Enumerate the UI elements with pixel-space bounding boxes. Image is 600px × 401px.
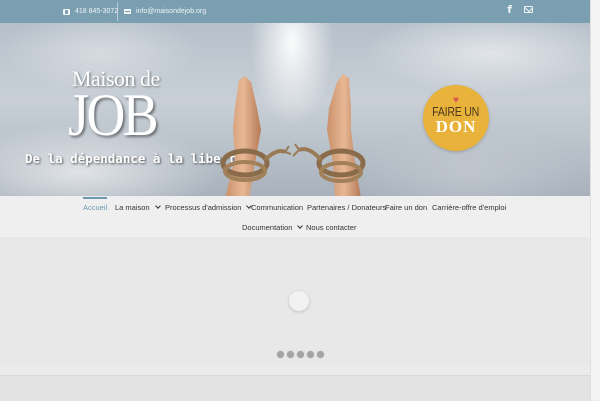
nav-item-nous-contacter[interactable]: Nous contacter	[306, 219, 356, 235]
phone-contact[interactable]: 418 845-3072	[63, 0, 118, 23]
nav-item-faire-un-don[interactable]: Faire un don	[385, 199, 427, 215]
logo-text-job[interactable]: JOB	[68, 83, 159, 147]
page-footer-strip	[0, 375, 590, 401]
phone-icon	[63, 8, 70, 15]
hero-banner: Maison de JOB De la dépendance à la libe…	[0, 23, 590, 196]
nav-item-documentation[interactable]: Documentation	[242, 219, 304, 235]
slider-dot[interactable]	[277, 351, 284, 358]
slider-dot[interactable]	[297, 351, 304, 358]
nav-item-carriere[interactable]: Carrière-offre d'emploi	[432, 199, 506, 215]
nav-item-label: Documentation	[242, 222, 293, 232]
nav-item-processus-admission[interactable]: Processus d'admission	[165, 199, 253, 215]
slider-dot[interactable]	[317, 351, 324, 358]
nav-item-label: Faire un don	[385, 202, 428, 212]
nav-item-label: Processus d'admission	[165, 202, 242, 212]
heart-icon: ♥	[453, 95, 459, 106]
bound-hands-image	[220, 74, 366, 196]
chevron-down-icon	[154, 203, 161, 209]
nav-item-label: La maison	[115, 202, 150, 212]
top-info-bar: 418 845-3072 info@maisondejob.org f	[0, 0, 590, 23]
donate-badge-line2: DON	[435, 117, 477, 136]
topbar-divider	[117, 2, 118, 21]
phone-number[interactable]: 418 845-3072	[75, 8, 118, 15]
nav-item-label: Nous contacter	[306, 222, 357, 232]
main-navigation: Accueil La maison Processus d'admission …	[0, 196, 590, 237]
nav-item-label: Accueil	[83, 202, 108, 212]
nav-item-accueil[interactable]: Accueil	[83, 197, 108, 215]
nav-item-label: Communication	[251, 202, 304, 212]
nav-item-partenaires-donateurs[interactable]: Partenaires / Donateurs	[307, 199, 386, 215]
chevron-down-icon	[297, 223, 304, 229]
nav-item-communication[interactable]: Communication	[251, 199, 303, 215]
email-contact[interactable]: info@maisondejob.org	[124, 0, 206, 23]
donate-badge-line1: FAIRE UN	[432, 105, 480, 119]
email-address[interactable]: info@maisondejob.org	[136, 8, 206, 15]
slider-dot[interactable]	[307, 351, 314, 358]
slider-dot[interactable]	[287, 351, 294, 358]
nav-item-label: Partenaires / Donateurs	[307, 202, 387, 212]
nav-item-label: Carrière-offre d'emploi	[432, 202, 507, 212]
nav-item-la-maison[interactable]: La maison	[115, 199, 161, 215]
scrollbar[interactable]	[590, 0, 600, 400]
slider-pagination	[277, 351, 324, 358]
donate-badge[interactable]: ♥ FAIRE UN DON	[423, 85, 489, 151]
social-links: f	[507, 0, 533, 18]
facebook-icon[interactable]: f	[507, 3, 512, 16]
loading-spinner	[289, 291, 309, 311]
envelope-icon	[124, 9, 131, 14]
mail-icon[interactable]	[524, 5, 533, 13]
